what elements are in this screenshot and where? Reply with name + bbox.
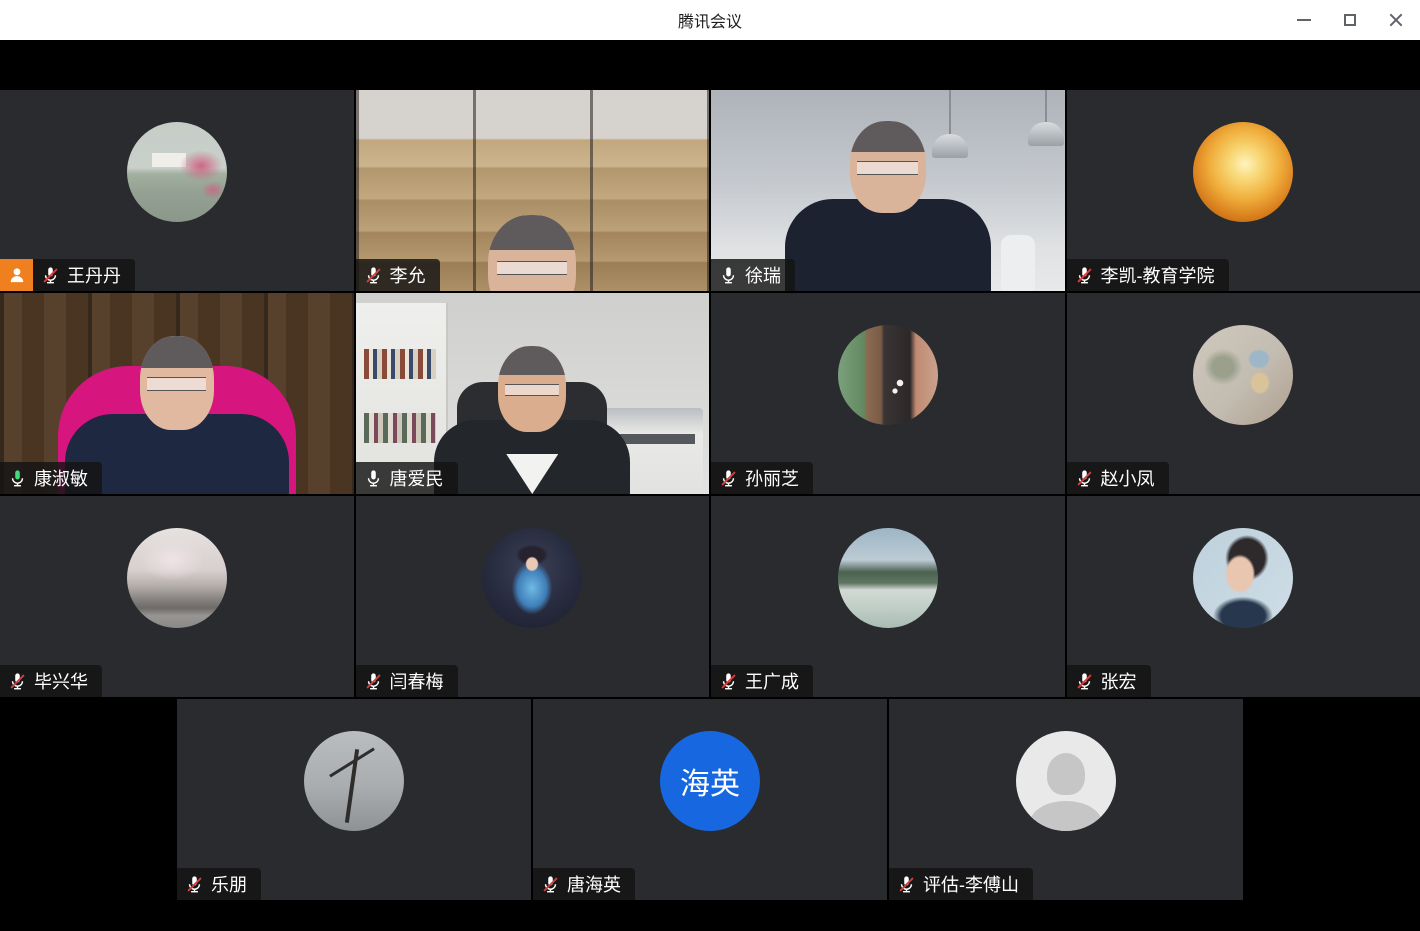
avatar-autumn-photo <box>1193 122 1293 222</box>
tile-pinggu-lifushan[interactable]: 评估-李傅山 <box>889 699 1243 900</box>
participant-name: 李允 <box>390 262 426 288</box>
maximize-icon <box>1344 14 1356 26</box>
mic-muted-icon <box>1075 266 1094 285</box>
participant-name: 张宏 <box>1101 668 1137 694</box>
grid-row-3: 毕兴华 闫春梅 王广成 张宏 <box>0 496 1420 697</box>
mic-muted-icon <box>1075 672 1094 691</box>
participant-name-label: 赵小凤 <box>1067 462 1169 494</box>
mic-muted-icon <box>719 672 738 691</box>
mic-muted-icon <box>541 875 560 894</box>
participant-name-label: 毕兴华 <box>0 665 102 697</box>
tile-liyun[interactable]: 李允 <box>356 90 710 291</box>
participant-name-label: 乐朋 <box>177 868 261 900</box>
window-controls <box>1288 0 1412 40</box>
avatar-silhouette <box>1016 731 1116 831</box>
participant-name: 闫春梅 <box>390 668 444 694</box>
participant-name: 王广成 <box>745 668 799 694</box>
participant-grid: 王丹丹 李允 徐瑞 <box>0 90 1420 900</box>
participant-name: 徐瑞 <box>745 262 781 288</box>
bottom-strip <box>0 900 1420 931</box>
participant-name: 王丹丹 <box>67 262 121 288</box>
mic-speaking-icon <box>8 469 27 488</box>
tile-zhanghong[interactable]: 张宏 <box>1067 496 1420 697</box>
participant-name-label: 康淑敏 <box>0 462 102 494</box>
meeting-toolbar-strip <box>0 40 1420 90</box>
participant-name: 赵小凤 <box>1101 465 1155 491</box>
avatar-painting-photo <box>1193 325 1293 425</box>
person-icon <box>7 265 27 285</box>
pendant-lamp <box>1045 90 1047 122</box>
participant-name: 唐爱民 <box>390 465 444 491</box>
mic-muted-icon <box>185 875 204 894</box>
maximize-button[interactable] <box>1334 4 1366 36</box>
grid-row-1: 王丹丹 李允 徐瑞 <box>0 90 1420 291</box>
office-chair <box>1001 235 1035 291</box>
tile-likai[interactable]: 李凯-教育学院 <box>1067 90 1420 291</box>
participant-face <box>498 346 566 432</box>
tile-sunlizhi[interactable]: 孙丽芝 <box>711 293 1065 494</box>
mic-muted-icon <box>41 266 60 285</box>
tile-tangaimin[interactable]: 唐爱民 <box>356 293 710 494</box>
pendant-lamp <box>949 90 951 134</box>
mic-muted-icon <box>364 672 383 691</box>
person-badge <box>0 259 33 291</box>
avatar-initials: 海英 <box>660 731 760 831</box>
participant-name-label: 张宏 <box>1067 665 1151 697</box>
mic-muted-icon <box>897 875 916 894</box>
avatar-blossom-photo <box>127 528 227 628</box>
participant-name: 李凯-教育学院 <box>1101 262 1215 288</box>
tile-xurui[interactable]: 徐瑞 <box>711 90 1065 291</box>
tile-tanghaiying[interactable]: 海英 唐海英 <box>533 699 887 900</box>
participant-name: 唐海英 <box>567 871 621 897</box>
tile-kangshumin[interactable]: 康淑敏 <box>0 293 354 494</box>
participant-name-label: 王丹丹 <box>33 259 135 291</box>
participant-face <box>850 121 926 213</box>
participant-name: 评估-李傅山 <box>923 871 1019 897</box>
participant-name: 毕兴华 <box>34 668 88 694</box>
grid-row-2: 康淑敏 唐爱民 孙丽芝 <box>0 293 1420 494</box>
minimize-icon <box>1297 19 1311 21</box>
tile-wangguangcheng[interactable]: 王广成 <box>711 496 1065 697</box>
mic-on-icon <box>719 266 738 285</box>
minimize-button[interactable] <box>1288 4 1320 36</box>
tile-zhaoxiaofeng[interactable]: 赵小凤 <box>1067 293 1420 494</box>
participant-name-label: 闫春梅 <box>356 665 458 697</box>
grid-row-4: 乐朋 海英 唐海英 评估-李傅山 <box>0 699 1420 900</box>
avatar-portrait-photo <box>1193 528 1293 628</box>
participant-name: 乐朋 <box>211 871 247 897</box>
participant-name-label: 评估-李傅山 <box>889 868 1033 900</box>
mic-muted-icon <box>364 266 383 285</box>
mic-muted-icon <box>8 672 27 691</box>
avatar-door-photo <box>838 325 938 425</box>
mic-muted-icon <box>1075 469 1094 488</box>
participant-name-label: 徐瑞 <box>711 259 795 291</box>
window-titlebar: 腾讯会议 <box>0 0 1420 40</box>
mic-muted-icon <box>719 469 738 488</box>
tile-yanchunmei[interactable]: 闫春梅 <box>356 496 710 697</box>
tile-wangdandan[interactable]: 王丹丹 <box>0 90 354 291</box>
participant-name-label: 李允 <box>356 259 440 291</box>
participant-face <box>140 336 214 430</box>
avatar-branch-photo <box>304 731 404 831</box>
participant-name: 孙丽芝 <box>745 465 799 491</box>
avatar-lake-photo <box>127 122 227 222</box>
mic-on-icon <box>364 469 383 488</box>
tile-bixinghua[interactable]: 毕兴华 <box>0 496 354 697</box>
tile-lepeng[interactable]: 乐朋 <box>177 699 531 900</box>
avatar-river-photo <box>838 528 938 628</box>
participant-name-label: 孙丽芝 <box>711 462 813 494</box>
participant-name-label: 唐爱民 <box>356 462 458 494</box>
participant-name-label: 李凯-教育学院 <box>1067 259 1229 291</box>
avatar-doll-photo <box>482 528 582 628</box>
participant-name-label: 王广成 <box>711 665 813 697</box>
participant-name: 康淑敏 <box>34 465 88 491</box>
close-icon <box>1389 13 1403 27</box>
window-title: 腾讯会议 <box>678 8 742 32</box>
participant-name-label: 唐海英 <box>533 868 635 900</box>
participant-face <box>488 215 576 291</box>
close-button[interactable] <box>1380 4 1412 36</box>
